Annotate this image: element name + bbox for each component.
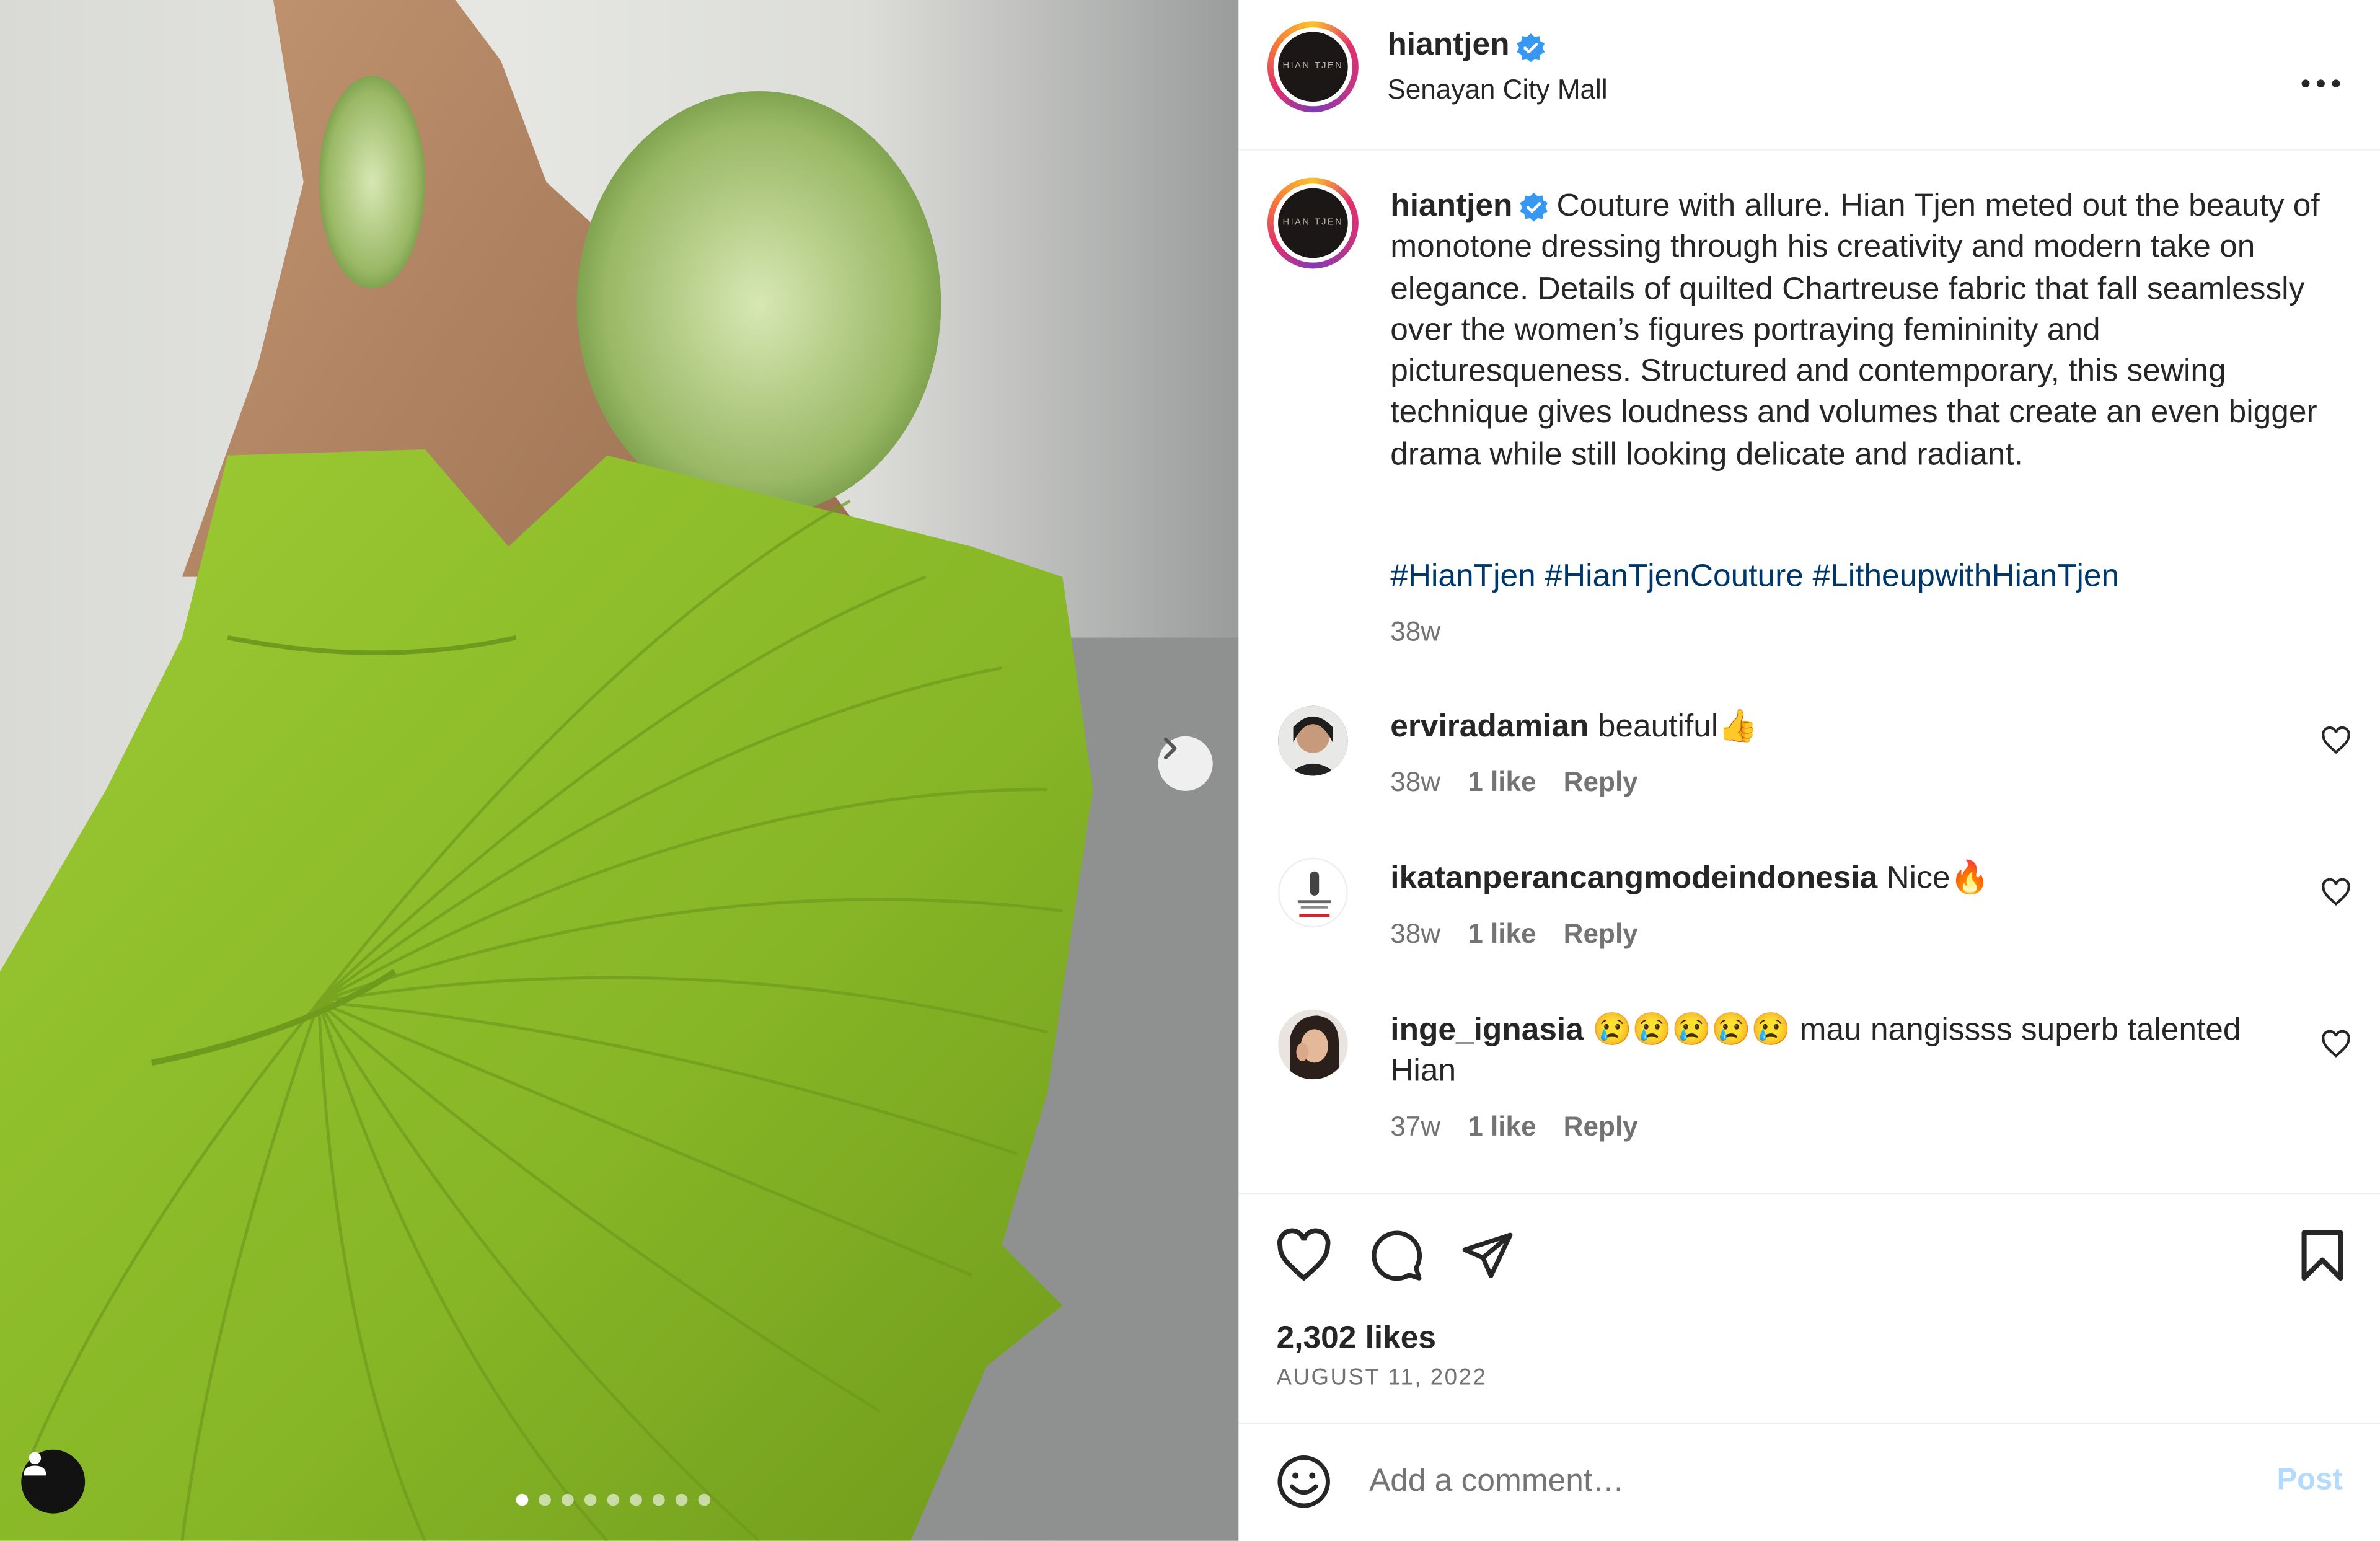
verified-badge-icon	[1519, 192, 1547, 222]
post-location[interactable]: Senayan City Mall	[1387, 74, 1607, 106]
carousel-dot	[675, 1493, 688, 1506]
like-comment-heart-icon[interactable]	[2321, 878, 2351, 908]
carousel-dot	[516, 1493, 529, 1506]
comment-likes[interactable]: 1 like	[1468, 1111, 1536, 1143]
post-action-bar: 2,302 likes AUGUST 11, 2022	[1238, 1193, 2380, 1424]
brand-logo: HIAN TJEN	[1278, 188, 1348, 258]
comment-timestamp[interactable]: 38w	[1390, 767, 1440, 798]
save-bookmark-icon[interactable]	[2298, 1228, 2347, 1283]
like-heart-icon[interactable]	[1275, 1228, 1333, 1283]
like-comment-heart-icon[interactable]	[2321, 1029, 2351, 1059]
carousel-dot	[698, 1493, 711, 1506]
post-date[interactable]: AUGUST 11, 2022	[1277, 1365, 1488, 1391]
chevron-right-icon	[1163, 737, 1177, 759]
post-header: HIAN TJEN hiantjen Senayan City Mall	[1238, 0, 2380, 151]
like-comment-heart-icon[interactable]	[2321, 726, 2351, 756]
author-username[interactable]: hiantjen	[1387, 27, 1509, 62]
next-slide-button[interactable]	[1158, 736, 1213, 791]
emoji-picker-icon[interactable]	[1275, 1453, 1333, 1511]
carousel-dot	[630, 1493, 642, 1506]
comment-timestamp[interactable]: 37w	[1390, 1111, 1440, 1143]
reply-button[interactable]: Reply	[1564, 1111, 1638, 1143]
like-count[interactable]: 2,302 likes	[1277, 1321, 1436, 1358]
user-icon	[23, 1452, 46, 1476]
carousel-dot	[607, 1493, 620, 1506]
carousel-dot	[653, 1493, 665, 1506]
comment-username[interactable]: ikatanperancangmodeindonesia	[1390, 861, 1877, 896]
caption-hashtags: #HianTjen #HianTjenCouture #LitheupwithHia…	[1390, 559, 2128, 595]
hashtag-link[interactable]: #LitheupwithHianTjen	[1813, 559, 2120, 593]
comment-likes[interactable]: 1 like	[1468, 767, 1536, 798]
comment-timestamp[interactable]: 38w	[1390, 919, 1440, 950]
post-image	[0, 0, 1239, 1541]
comment-likes[interactable]: 1 like	[1468, 919, 1536, 950]
tagged-users-button[interactable]	[21, 1449, 86, 1514]
comment-text: beautiful👍	[1597, 709, 1758, 744]
reply-button[interactable]: Reply	[1564, 767, 1638, 798]
comment-input[interactable]	[1366, 1462, 2131, 1502]
hashtag-link[interactable]: #HianTjen	[1390, 559, 1535, 593]
verified-badge-icon	[1517, 33, 1545, 63]
carousel-dot	[562, 1493, 574, 1506]
more-horizontal-icon	[2301, 79, 2340, 88]
caption-username[interactable]: hiantjen	[1390, 188, 1512, 223]
caption-text: Couture with allure. Hian Tjen meted out…	[1390, 188, 2320, 472]
share-send-icon[interactable]	[1460, 1228, 1515, 1283]
commenter-avatar[interactable]	[1278, 1009, 1348, 1080]
carousel-dot	[584, 1493, 597, 1506]
post-comment-button[interactable]: Post	[2276, 1464, 2342, 1498]
comment-text: Nice🔥	[1886, 860, 1990, 896]
comment-username[interactable]: erviradamian	[1390, 709, 1589, 744]
post-caption: hiantjen Couture with allure. Hian Tjen …	[1390, 185, 2331, 475]
post-details-panel: HIAN TJEN hiantjen Senayan City Mall HIA…	[1238, 0, 2380, 1541]
caption-timestamp[interactable]: 38w	[1390, 616, 1440, 648]
comment-username[interactable]: inge_ignasia	[1390, 1012, 1584, 1047]
carousel-dot	[539, 1493, 551, 1506]
carousel-indicator	[516, 1493, 711, 1506]
reply-button[interactable]: Reply	[1564, 919, 1638, 950]
author-avatar[interactable]: HIAN TJEN	[1267, 21, 1359, 113]
brand-logo: HIAN TJEN	[1278, 32, 1348, 102]
commenter-avatar[interactable]	[1278, 857, 1348, 928]
commenter-avatar[interactable]	[1278, 705, 1348, 776]
caption-author-avatar[interactable]: HIAN TJEN	[1267, 177, 1359, 269]
comment-bubble-icon[interactable]	[1369, 1228, 1424, 1283]
add-comment-bar: Post	[1238, 1423, 2380, 1541]
hashtag-link[interactable]: #HianTjenCouture	[1545, 559, 1803, 593]
dress-photo	[0, 0, 1239, 1541]
more-options-button[interactable]	[2301, 58, 2341, 100]
